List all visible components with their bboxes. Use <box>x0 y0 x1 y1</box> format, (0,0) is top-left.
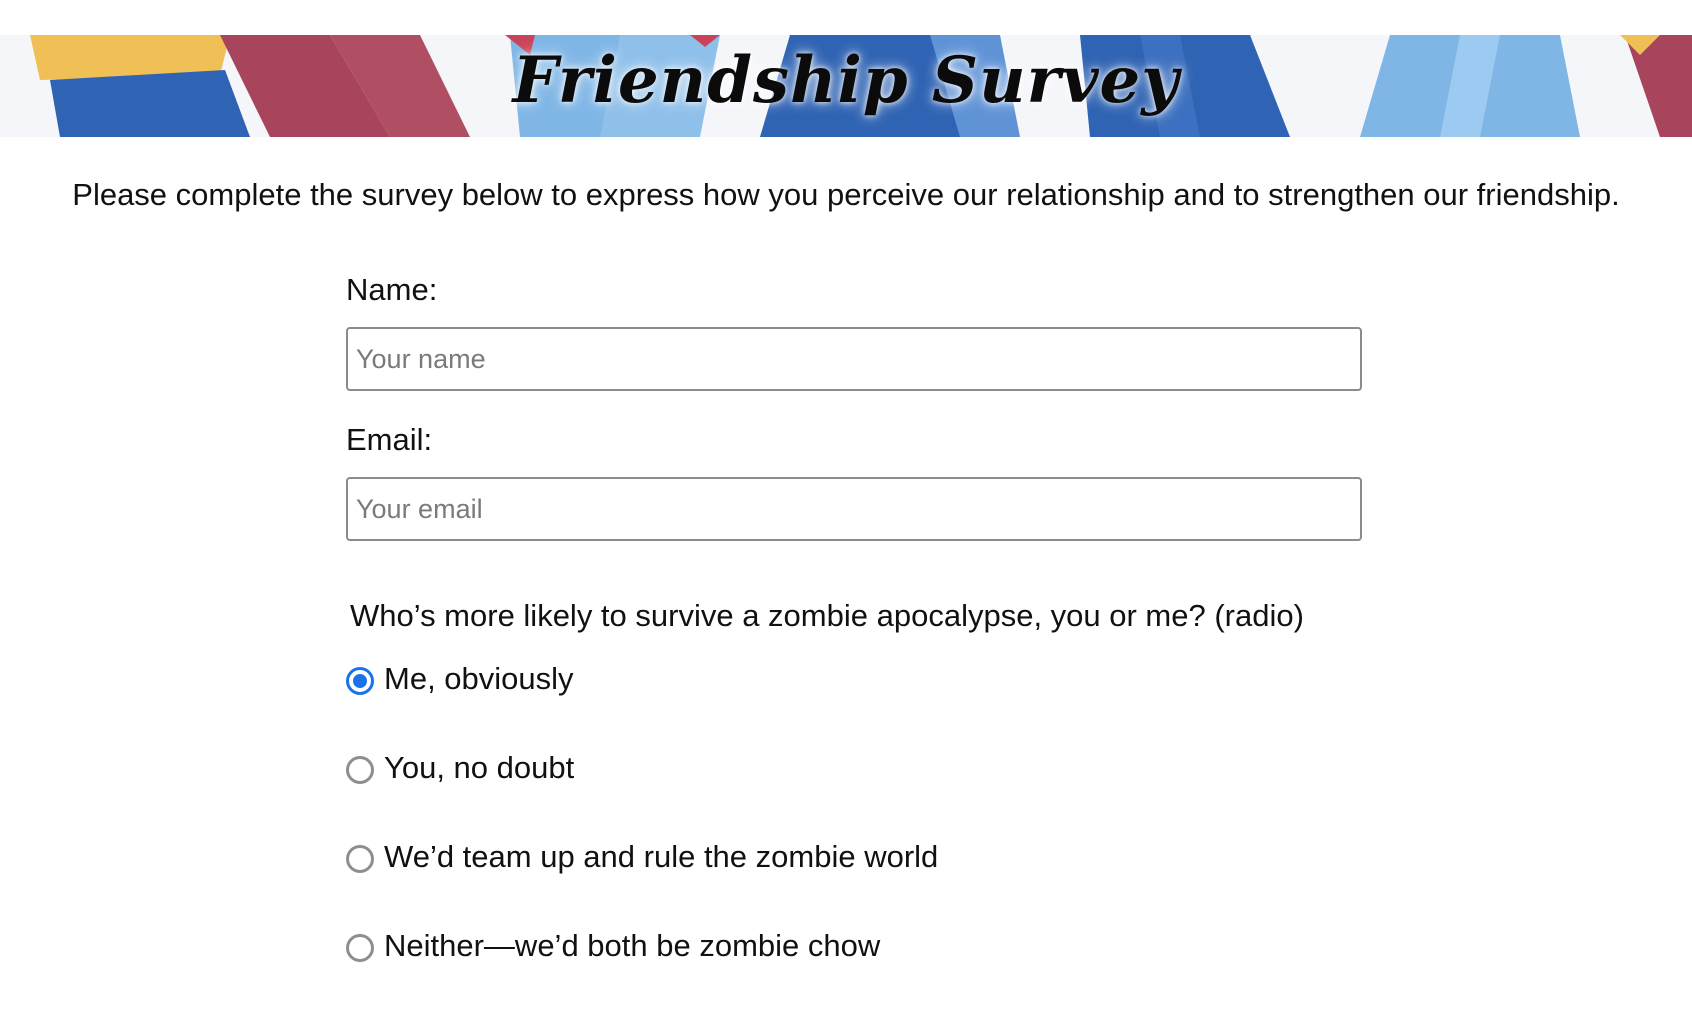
radio-option-label: Me, obviously <box>384 661 574 696</box>
name-input[interactable] <box>346 327 1362 391</box>
zombie-question: Who’s more likely to survive a zombie ap… <box>350 598 1304 633</box>
radio-button[interactable] <box>346 934 374 962</box>
zombie-options: Me, obviously You, no doubt We’d team up… <box>346 655 1362 970</box>
radio-option-label: You, no doubt <box>384 750 575 785</box>
radio-button[interactable] <box>346 667 374 695</box>
email-label: Email: <box>346 422 433 457</box>
intro-text: Please complete the survey below to expr… <box>72 177 1620 212</box>
radio-option-label: We’d team up and rule the zombie world <box>384 839 939 874</box>
radio-button[interactable] <box>346 756 374 784</box>
survey-form: Name: Email: Who’s more likely to surviv… <box>346 265 1362 1011</box>
name-label: Name: <box>346 272 438 307</box>
survey-page: Friendship Survey Please complete the su… <box>0 0 1692 1024</box>
radio-option-you[interactable]: You, no doubt <box>346 744 1362 792</box>
radio-button[interactable] <box>346 845 374 873</box>
radio-option-team-up[interactable]: We’d team up and rule the zombie world <box>346 833 1362 881</box>
banner-title: Friendship Survey <box>512 43 1180 118</box>
email-input[interactable] <box>346 477 1362 541</box>
header-banner: Friendship Survey <box>0 35 1692 137</box>
radio-option-neither[interactable]: Neither—we’d both be zombie chow <box>346 922 1362 970</box>
radio-option-me[interactable]: Me, obviously <box>346 655 1362 703</box>
radio-option-label: Neither—we’d both be zombie chow <box>384 928 881 963</box>
